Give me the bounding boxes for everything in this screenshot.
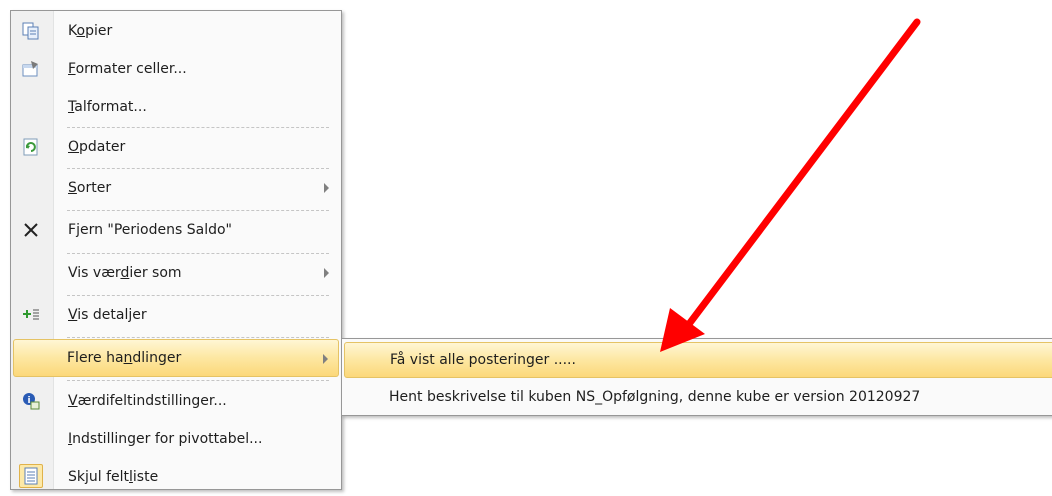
red-annotation-arrow — [660, 18, 921, 352]
